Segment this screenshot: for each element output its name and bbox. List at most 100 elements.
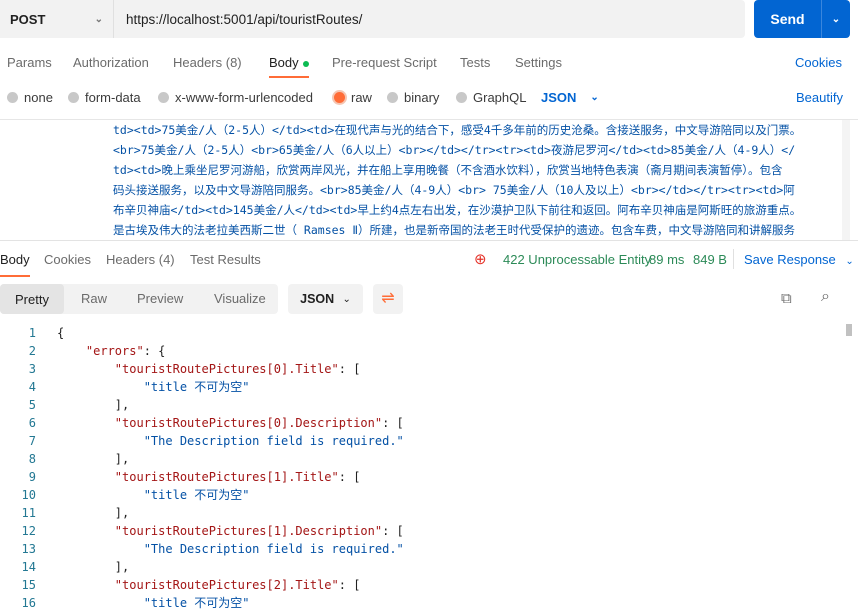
send-label[interactable]: Send [754,0,822,38]
code-token: : [ [338,362,361,376]
resp-tab-cookies[interactable]: Cookies [44,252,91,267]
tab-tests[interactable]: Tests [460,55,490,70]
tab-settings[interactable]: Settings [515,55,562,70]
line-number: 3 [28,362,36,376]
line-number: 8 [28,452,36,466]
resp-tab-test-results[interactable]: Test Results [190,252,261,267]
line-number: 7 [28,434,36,448]
view-visualize[interactable]: Visualize [214,291,266,306]
divider [733,249,734,269]
radio-raw[interactable]: raw [334,90,372,105]
radio-icon [7,92,18,103]
code-token: "title 不可为空" [57,488,250,502]
radio-icon [158,92,169,103]
beautify-link[interactable]: Beautify [796,90,843,105]
code-text: "touristRoutePictures[1].Title": [ [57,468,361,486]
radio-label: GraphQL [473,90,527,105]
body-line: <br>75美金/人（2-5人）<br>65美金/人（6人以上）<br></td… [113,143,796,157]
chevron-down-icon: ⌄ [590,92,599,103]
line-number: 2 [28,344,36,358]
code-text: "touristRoutePictures[0].Title": [ [57,360,361,378]
line-number: 11 [21,506,36,520]
code-text: ], [57,450,129,468]
line-number: 6 [28,416,36,430]
wrap-lines-icon[interactable]: ⇌ [373,284,403,314]
view-mode-group: Pretty Raw Preview Visualize [0,284,278,314]
radio-binary[interactable]: binary [387,90,439,105]
save-response-label: Save Response [744,252,836,267]
method-select[interactable]: POST ⌄ [0,0,114,38]
code-token: : [ [382,524,404,538]
editor-scrollbar[interactable] [842,120,850,240]
response-body[interactable]: 1 {2 "errors": { 3 "touristRoutePictures[0… [0,324,858,613]
view-preview[interactable]: Preview [137,291,183,306]
radio-label: none [24,90,53,105]
code-token: "title 不可为空" [57,596,250,610]
tab-headers[interactable]: Headers (8) [173,55,242,70]
view-raw[interactable]: Raw [81,291,107,306]
code-text: "touristRoutePictures[0].Description": [ [57,414,404,432]
radio-label: form-data [85,90,141,105]
method-label: POST [10,11,46,27]
response-format-select[interactable]: JSON ⌄ [288,284,363,314]
cookies-link[interactable]: Cookies [795,55,842,70]
code-token: : [ [382,416,404,430]
chevron-down-icon: ⌄ [342,293,351,305]
line-number: 4 [28,380,36,394]
radio-urlencoded[interactable]: x-www-form-urlencoded [158,90,313,105]
chevron-down-icon[interactable]: ⌄ [822,14,850,25]
code-token: : { [143,344,166,358]
radio-icon [456,92,467,103]
code-text: ], [57,396,129,414]
code-text: "errors": { [57,342,166,360]
tab-body-label: Body [269,55,299,70]
view-pretty[interactable]: Pretty [0,284,64,314]
body-type-radios: none form-data x-www-form-urlencoded raw… [0,90,858,110]
radio-none[interactable]: none [7,90,53,105]
code-token: "touristRoutePictures[1].Title" [57,470,339,484]
code-token: "errors" [57,344,144,358]
radio-label: x-www-form-urlencoded [175,90,313,105]
status-code[interactable]: 422 Unprocessable Entity [503,252,651,267]
response-time[interactable]: 89 ms [649,252,684,267]
radio-selected-icon [334,92,345,103]
code-text: "The Description field is required." [57,540,404,558]
body-format-label: JSON [541,90,577,105]
save-response-button[interactable]: Save Response ⌄ [744,252,854,267]
line-number: 1 [28,326,36,340]
tab-pre-request-script[interactable]: Pre-request Script [332,55,437,70]
code-text: "touristRoutePictures[1].Description": [ [57,522,404,540]
response-scrollbar[interactable] [846,324,852,336]
code-text: "title 不可为空" [57,594,250,612]
body-line: 是古埃及伟大的法老拉美西斯二世（ Ramses Ⅱ）所建，也是新帝国的法老王时代… [113,223,796,237]
resp-tab-body[interactable]: Body [0,252,30,277]
resp-tab-headers[interactable]: Headers (4) [106,252,175,267]
send-button[interactable]: Send ⌄ [754,0,850,38]
tab-authorization[interactable]: Authorization [73,55,149,70]
network-error-icon[interactable]: ⊕ [474,250,487,268]
code-text: { [57,324,64,342]
copy-icon[interactable]: ⧉ [781,290,792,307]
tab-params[interactable]: Params [7,55,52,70]
radio-graphql[interactable]: GraphQL [456,90,526,105]
request-body-editor[interactable]: td><td>75美金/人（2-5人）</td><td>在现代声与光的结合下，感… [0,119,858,240]
line-number: 15 [21,578,36,592]
body-line: 码头接送服务，以及中文导游陪同服务。<br>85美金/人（4-9人）<br> 7… [113,183,795,197]
body-format-select[interactable]: JSON ⌄ [541,90,599,105]
code-token: "The Description field is required." [57,434,404,448]
tab-body[interactable]: Body [269,55,309,78]
code-token: "touristRoutePictures[2].Title" [57,578,339,592]
line-number: 14 [21,560,36,574]
radio-form-data[interactable]: form-data [68,90,141,105]
radio-label: raw [351,90,372,105]
body-line: 布辛贝神庙</td><td>145美金/人</td><td>早上约4点左右出发，… [113,203,802,217]
response-size[interactable]: 849 B [693,252,727,267]
url-input[interactable]: https://localhost:5001/api/touristRoutes… [114,12,362,27]
code-token: ], [57,398,130,412]
code-text: "title 不可为空" [57,486,250,504]
chevron-down-icon: ⌄ [845,256,854,267]
code-token: ], [57,560,130,574]
code-text: "The Description field is required." [57,432,404,450]
search-icon[interactable]: ⌕ [821,288,830,306]
code-token: ], [57,452,130,466]
